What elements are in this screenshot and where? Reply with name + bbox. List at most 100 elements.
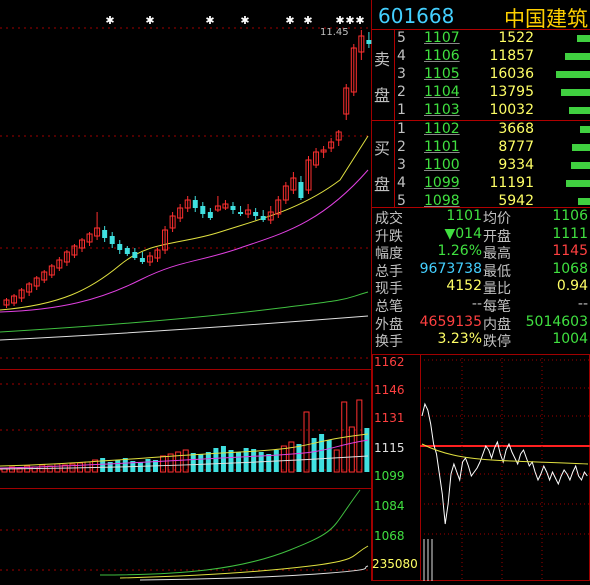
candle-body [366,40,372,44]
candle-body [230,206,236,210]
volume-bar [190,453,196,472]
ask-row: 2 1104 13795 [394,84,590,102]
book-price: 1099 [424,175,460,191]
bid-row: 1 1102 3668 [394,121,590,139]
stat-value: 5014603 [525,313,588,330]
volume-bar [280,445,287,473]
book-volume: 16036 [489,66,534,82]
stat-value: ▼014 [444,225,483,242]
stat-row: 换手 3.23% 跌停 1004 [372,331,590,350]
stock-name: 中国建筑 [504,7,588,31]
volume-bar [198,454,204,472]
book-volume: 10032 [489,102,534,118]
tick-svg: 1162 1146 1131 1115 1099 1084 1068 235080 [372,354,590,581]
book-volume: 3668 [498,121,534,137]
ask-row: 3 1105 16036 [394,66,590,84]
bid-row: 4 1099 11191 [394,175,590,193]
stat-row: 总手 9673738 最低 1068 [372,260,590,280]
candle-body [192,200,198,208]
book-price: 1104 [424,84,460,100]
candle-body [298,182,304,198]
book-price: 1101 [424,139,460,155]
indicator-line [99,489,361,576]
tick-price-label: 1115 [374,441,405,455]
stat-value: 1111 [552,225,588,242]
book-volume-bar [578,198,590,205]
event-marker: ✱ [145,14,154,27]
ask-row: 4 1106 11857 [394,48,590,66]
stat-value: 1145 [552,243,588,260]
volume-bar [100,458,106,472]
volume-bar [251,449,257,472]
volume-bar [348,426,355,473]
event-marker: ✱ [303,14,312,27]
volume-indicator-panel[interactable] [0,370,372,581]
book-level: 2 [397,84,406,100]
ask-row: 5 1107 1522 [394,30,590,48]
tick-price-line [421,402,588,525]
book-volume: 1522 [498,30,534,46]
bid-label-char: 盘 [374,175,391,194]
stat-row: 外盘 4659135 内盘 5014603 [372,313,590,333]
candlestick-svg: ✱ ✱ ✱ ✱ ✱ ✱ ✱ ✱ ✱ 11.45 [0,0,372,370]
bid-book: 买 盘 1 1102 3668 2 1101 8777 3 1100 9334 4 1099 1119… [372,121,590,209]
event-marker: ✱ [285,14,294,27]
book-volume-bar [572,144,590,151]
ma-line [0,135,369,311]
stock-terminal: ✱ ✱ ✱ ✱ ✱ ✱ ✱ ✱ ✱ 11.45 601668 中国建筑 卖 盘 5 1107 152… [0,0,590,581]
stat-value: 9673738 [419,260,482,277]
volume-bar [175,451,182,473]
event-marker: ✱ [355,14,364,27]
book-volume-bar [556,71,590,78]
stat-value: 4659135 [419,313,482,330]
volume-bar [296,444,302,472]
candle-body [200,206,206,214]
candle-body [132,252,138,258]
volume-svg [0,370,372,581]
book-volume-bar [571,162,590,169]
candle-body [238,212,244,214]
bid-row: 3 1100 9334 [394,157,590,175]
book-volume-bar [561,89,590,96]
tick-price-label: 1099 [374,469,405,483]
quote-panel: 601668 中国建筑 卖 盘 5 1107 1522 4 1106 11857 3 1105… [372,0,590,354]
book-volume: 8777 [498,139,534,155]
ask-side-label: 卖 盘 [372,30,395,120]
ask-label-char: 盘 [374,86,391,105]
volume-bar [266,454,272,472]
book-volume: 9334 [498,157,534,173]
bid-label-char: 买 [374,139,391,158]
stat-row: 升跌 ▼014 开盘 1111 [372,225,590,245]
book-level: 5 [397,30,406,46]
book-volume-bar [566,180,590,187]
book-level: 1 [397,121,406,137]
volume-bar [356,399,363,473]
event-marker: ✱ [345,14,354,27]
book-volume: 11191 [489,175,534,191]
book-level: 5 [397,193,406,209]
book-level: 3 [397,66,406,82]
book-level: 3 [397,157,406,173]
volume-bar [122,458,128,472]
book-level: 1 [397,102,406,118]
book-volume-bar [569,107,590,114]
candle-body [124,248,130,254]
stock-code[interactable]: 601668 [378,4,454,28]
event-marker: ✱ [205,14,214,27]
volume-bar [115,460,121,472]
book-volume: 13795 [489,84,534,100]
stat-value: 1004 [552,331,588,348]
book-level: 4 [397,48,406,64]
stat-row: 总笔 -- 每笔 -- [372,296,590,315]
volume-bar [205,452,211,472]
volume-bar [228,450,234,472]
intraday-tick-chart[interactable]: 1162 1146 1131 1115 1099 1084 1068 235080 [372,354,590,581]
ask-label-char: 卖 [374,50,391,69]
volume-bar [137,462,143,472]
candle-body [139,258,145,262]
stat-value: 1068 [552,260,588,277]
stat-row: 现手 4152 量比 0.94 [372,278,590,297]
event-marker: ✱ [335,14,344,27]
stat-value: 1101 [446,208,482,224]
candlestick-chart[interactable]: ✱ ✱ ✱ ✱ ✱ ✱ ✱ ✱ ✱ 11.45 [0,0,372,370]
